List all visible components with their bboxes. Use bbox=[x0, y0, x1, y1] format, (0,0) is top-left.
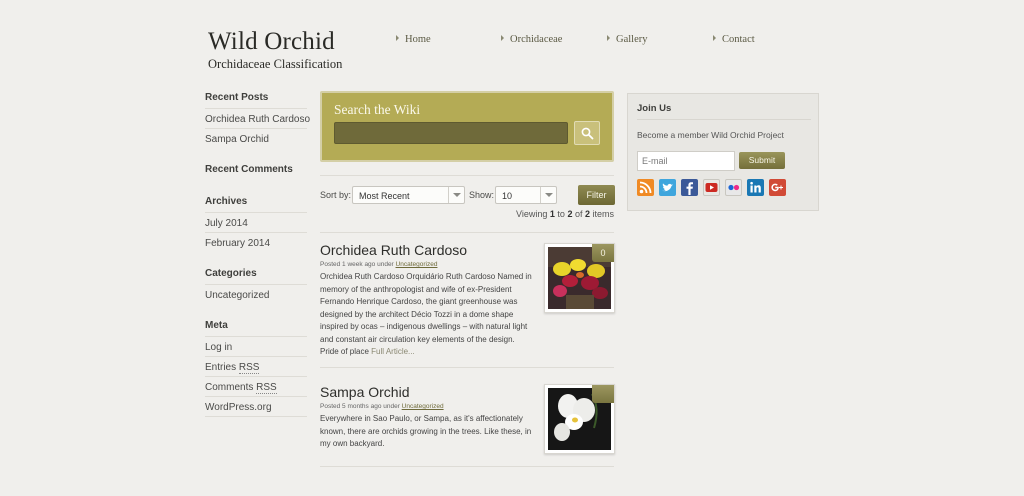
divider bbox=[205, 232, 307, 233]
divider bbox=[205, 212, 307, 213]
site-tagline: Orchidaceae Classification bbox=[208, 57, 343, 71]
divider bbox=[205, 416, 307, 417]
recent-comments-heading: Recent Comments bbox=[205, 164, 293, 175]
recent-posts-heading: Recent Posts bbox=[205, 92, 269, 103]
caret-right-icon bbox=[396, 35, 399, 41]
caret-right-icon bbox=[607, 35, 610, 41]
nav-item-label: Contact bbox=[722, 34, 755, 45]
login-link[interactable]: Log in bbox=[205, 342, 232, 353]
filter-button[interactable]: Filter bbox=[578, 185, 615, 205]
post-excerpt: Orchidea Ruth Cardoso Orquidário Ruth Ca… bbox=[320, 272, 532, 356]
divider bbox=[320, 232, 614, 233]
comments-label: Comments bbox=[205, 382, 257, 393]
rss-icon[interactable] bbox=[637, 179, 654, 196]
sort-label: Sort by: bbox=[320, 190, 352, 200]
google-plus-icon[interactable] bbox=[769, 179, 786, 196]
entries-label: Entries bbox=[205, 362, 239, 373]
sort-value: Most Recent bbox=[359, 191, 410, 201]
divider bbox=[637, 119, 811, 120]
archive-link[interactable]: February 2014 bbox=[205, 238, 270, 249]
post-thumbnail[interactable]: 0 bbox=[544, 243, 615, 313]
divider bbox=[205, 284, 307, 285]
post-meta: Posted 1 week ago under Uncategorized bbox=[320, 261, 438, 268]
search-input[interactable] bbox=[334, 122, 568, 144]
nav-item-home[interactable]: Home bbox=[396, 33, 431, 46]
categories-heading: Categories bbox=[205, 268, 257, 279]
divider bbox=[205, 376, 307, 377]
post-category-link[interactable]: Uncategorized bbox=[402, 403, 444, 410]
nav-item-contact[interactable]: Contact bbox=[713, 33, 755, 46]
show-value: 10 bbox=[502, 191, 513, 201]
caret-right-icon bbox=[501, 35, 504, 41]
submit-button[interactable]: Submit bbox=[739, 152, 785, 169]
divider bbox=[205, 396, 307, 397]
nav-item-gallery[interactable]: Gallery bbox=[607, 33, 648, 46]
show-select[interactable]: 10 bbox=[495, 186, 557, 204]
recent-post-link[interactable]: Orchidea Ruth Cardoso bbox=[205, 114, 310, 125]
nav-item-label: Gallery bbox=[616, 34, 648, 45]
nav-item-label: Home bbox=[405, 34, 431, 45]
post-thumbnail[interactable] bbox=[544, 384, 615, 454]
join-description: Become a member Wild Orchid Project bbox=[637, 130, 784, 140]
email-field[interactable] bbox=[637, 151, 735, 171]
entries-rss-link[interactable]: Entries RSS bbox=[205, 362, 260, 374]
divider bbox=[320, 175, 614, 176]
flickr-icon[interactable] bbox=[725, 179, 742, 196]
comment-count-badge[interactable] bbox=[592, 385, 614, 403]
post-title[interactable]: Sampa Orchid bbox=[320, 384, 409, 400]
join-title: Join Us bbox=[637, 103, 672, 114]
join-us-widget: Join Us Become a member Wild Orchid Proj… bbox=[627, 93, 819, 211]
comment-count-badge[interactable]: 0 bbox=[592, 244, 614, 262]
post-category-link[interactable]: Uncategorized bbox=[396, 261, 438, 268]
page: Wild Orchid Orchidaceae Classification H… bbox=[0, 0, 1024, 496]
sort-select[interactable]: Most Recent bbox=[352, 186, 465, 204]
rss-abbr: RSS bbox=[238, 362, 260, 374]
linkedin-icon[interactable] bbox=[747, 179, 764, 196]
show-label: Show: bbox=[469, 190, 495, 200]
archives-heading: Archives bbox=[205, 196, 248, 207]
divider bbox=[320, 367, 614, 368]
search-button[interactable] bbox=[574, 121, 600, 145]
divider bbox=[205, 356, 307, 357]
divider bbox=[205, 336, 307, 337]
full-article-link[interactable]: Full Article... bbox=[371, 347, 415, 356]
archive-link[interactable]: July 2014 bbox=[205, 218, 248, 229]
wordpress-link[interactable]: WordPress.org bbox=[205, 402, 272, 413]
search-title: Search the Wiki bbox=[334, 102, 421, 117]
nav-item-label: Orchidaceae bbox=[510, 34, 563, 45]
chevron-down-icon bbox=[448, 187, 464, 203]
divider bbox=[205, 128, 307, 129]
divider bbox=[320, 466, 614, 467]
recent-post-link[interactable]: Sampa Orchid bbox=[205, 134, 269, 145]
post-excerpt: Everywhere in Sao Paulo, or Sampa, as it… bbox=[320, 414, 532, 448]
rss-abbr: RSS bbox=[256, 382, 277, 394]
caret-right-icon bbox=[713, 35, 716, 41]
twitter-icon[interactable] bbox=[659, 179, 676, 196]
viewing-count: Viewing 1 to 2 of 2 items bbox=[516, 209, 614, 219]
search-panel: Search the Wiki bbox=[320, 91, 614, 162]
comments-rss-link[interactable]: Comments RSS bbox=[205, 382, 277, 394]
post-title[interactable]: Orchidea Ruth Cardoso bbox=[320, 242, 467, 258]
category-link[interactable]: Uncategorized bbox=[205, 290, 269, 301]
divider bbox=[205, 108, 307, 109]
chevron-down-icon bbox=[540, 187, 556, 203]
post-meta: Posted 5 months ago under Uncategorized bbox=[320, 403, 444, 410]
meta-heading: Meta bbox=[205, 320, 228, 331]
search-icon bbox=[581, 127, 594, 140]
facebook-icon[interactable] bbox=[681, 179, 698, 196]
nav-item-orchidaceae[interactable]: Orchidaceae bbox=[501, 33, 562, 46]
main-nav: Home Orchidaceae Gallery Contact bbox=[0, 33, 1024, 47]
youtube-icon[interactable] bbox=[703, 179, 720, 196]
